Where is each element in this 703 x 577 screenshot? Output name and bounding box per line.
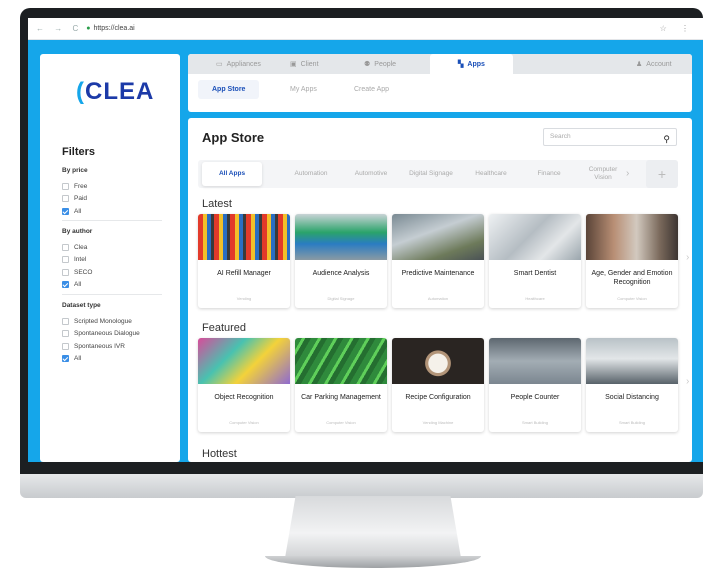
browser-toolbar: ← → C ● https://clea.ai ☆ ⋮: [28, 18, 703, 40]
url-bar[interactable]: https://clea.ai: [93, 25, 134, 32]
checkbox-checked[interactable]: [62, 207, 69, 215]
filters-title: Filters: [62, 146, 96, 158]
filter-dataset-all[interactable]: All: [62, 353, 140, 366]
tab-client[interactable]: ▣ Client: [290, 54, 319, 74]
filter-seco[interactable]: SECO: [62, 266, 92, 279]
page-title: App Store: [202, 130, 265, 145]
add-category-button[interactable]: +: [646, 160, 678, 188]
checkbox[interactable]: [62, 243, 69, 251]
app-image: [295, 214, 387, 260]
subtab-create-app[interactable]: Create App: [354, 86, 389, 93]
category-finance[interactable]: Finance: [524, 160, 574, 188]
search-icon[interactable]: ⚲: [663, 131, 670, 147]
app-card[interactable]: AI Refill Manager Vending: [198, 214, 290, 308]
checkbox[interactable]: [62, 256, 69, 264]
search-input[interactable]: Search ⚲: [543, 128, 677, 146]
filter-clea[interactable]: Clea: [62, 241, 92, 254]
filter-spontaneous-ivr[interactable]: Spontaneous IVR: [62, 340, 140, 353]
filter-author-all[interactable]: All: [62, 279, 92, 292]
app-image: [198, 214, 290, 260]
app-card[interactable]: Age, Gender and Emotion Recognition Comp…: [586, 214, 678, 308]
monitor-chin: [20, 474, 703, 498]
category-digital-signage[interactable]: Digital Signage: [404, 160, 458, 188]
lock-icon: ●: [86, 25, 91, 32]
app-image: [489, 338, 581, 384]
checkbox[interactable]: [62, 342, 69, 350]
sub-tabs: App Store My Apps Create App: [188, 76, 692, 110]
chevron-right-icon[interactable]: ›: [626, 168, 629, 179]
user-icon: ♟: [636, 61, 643, 68]
subtab-my-apps[interactable]: My Apps: [290, 86, 317, 93]
app-image: [392, 338, 484, 384]
people-icon: ⚉: [364, 61, 371, 68]
category-healthcare[interactable]: Healthcare: [464, 160, 518, 188]
checkbox[interactable]: [62, 182, 69, 190]
chevron-right-icon[interactable]: ›: [686, 252, 689, 263]
apps-icon: ▚: [458, 61, 464, 68]
app-image: [489, 214, 581, 260]
main-tabs: ▭ Appliances ▣ Client ⚉ People ▚ Apps ♟ Accou…: [188, 54, 692, 74]
app-card[interactable]: Audience Analysis Digital Signage: [295, 214, 387, 308]
app-image: [392, 214, 484, 260]
app-image: [198, 338, 290, 384]
category-automation[interactable]: Automation: [284, 160, 338, 188]
tab-appliances[interactable]: ▭ Appliances: [216, 54, 261, 74]
category-tabs: All Apps Automation Automotive Digital S…: [198, 160, 678, 188]
filter-group-price: By price Free Paid All: [62, 167, 88, 218]
app-store-panel: App Store Search ⚲ All Apps Automation A…: [188, 118, 692, 462]
chevron-right-icon[interactable]: ›: [686, 376, 689, 387]
section-title-featured: Featured: [202, 322, 247, 334]
browser-nav-icons[interactable]: ← → C: [36, 24, 82, 33]
checkbox[interactable]: [62, 268, 69, 276]
client-icon: ▣: [290, 61, 297, 68]
filter-price-all[interactable]: All: [62, 205, 88, 218]
divider: [62, 220, 162, 221]
filter-scripted-monologue[interactable]: Scripted Monologue: [62, 315, 140, 328]
tab-account[interactable]: ♟ Account: [636, 54, 672, 74]
filter-intel[interactable]: Intel: [62, 254, 92, 267]
section-title-latest: Latest: [202, 198, 232, 210]
app-card[interactable]: People Counter Smart Building: [489, 338, 581, 432]
monitor-icon: ▭: [216, 61, 223, 68]
checkbox[interactable]: [62, 330, 69, 338]
app-image: [586, 338, 678, 384]
checkbox[interactable]: [62, 317, 69, 325]
browser-menu-icons[interactable]: ☆ ⋮: [660, 24, 695, 33]
category-automotive[interactable]: Automotive: [344, 160, 398, 188]
app-image: [586, 214, 678, 260]
screen: ← → C ● https://clea.ai ☆ ⋮ (CLEA Filter…: [28, 18, 703, 462]
filter-group-dataset: Dataset type Scripted Monologue Spontane…: [62, 302, 140, 365]
monitor-foot: [265, 556, 481, 568]
clea-logo[interactable]: (CLEA: [76, 78, 154, 106]
subtab-app-store[interactable]: App Store: [198, 80, 260, 99]
checkbox-checked[interactable]: [62, 281, 69, 289]
divider: [62, 294, 162, 295]
app-card[interactable]: Recipe Configuration Vending Machine: [392, 338, 484, 432]
app-card[interactable]: Object Recognition Computer Vision: [198, 338, 290, 432]
filter-free[interactable]: Free: [62, 180, 88, 193]
latest-row: AI Refill Manager Vending Audience Analy…: [198, 214, 682, 310]
sidebar: (CLEA Filters By price Free Paid All By …: [40, 54, 180, 462]
tab-apps[interactable]: ▚ Apps: [430, 54, 513, 74]
app-card[interactable]: Smart Dentist Healthcare: [489, 214, 581, 308]
checkbox[interactable]: [62, 195, 69, 203]
monitor-stand: [285, 496, 461, 558]
filter-group-author: By author Clea Intel SECO All: [62, 228, 92, 291]
tab-people[interactable]: ⚉ People: [364, 54, 396, 74]
app-card[interactable]: Car Parking Management Computer Vision: [295, 338, 387, 432]
app-card[interactable]: Social Distancing Smart Building: [586, 338, 678, 432]
filter-spontaneous-dialogue[interactable]: Spontaneous Dialogue: [62, 328, 140, 341]
category-computer-vision[interactable]: Computer Vision: [580, 160, 626, 188]
featured-row: Object Recognition Computer Vision Car P…: [198, 338, 682, 434]
category-all-apps[interactable]: All Apps: [202, 162, 262, 186]
app-image: [295, 338, 387, 384]
app-card[interactable]: Predictive Maintenance Automation: [392, 214, 484, 308]
filter-paid[interactable]: Paid: [62, 193, 88, 206]
top-navigation: ▭ Appliances ▣ Client ⚉ People ▚ Apps ♟ Accou…: [188, 54, 692, 112]
section-title-hottest: Hottest: [202, 448, 237, 460]
checkbox-checked[interactable]: [62, 355, 69, 363]
